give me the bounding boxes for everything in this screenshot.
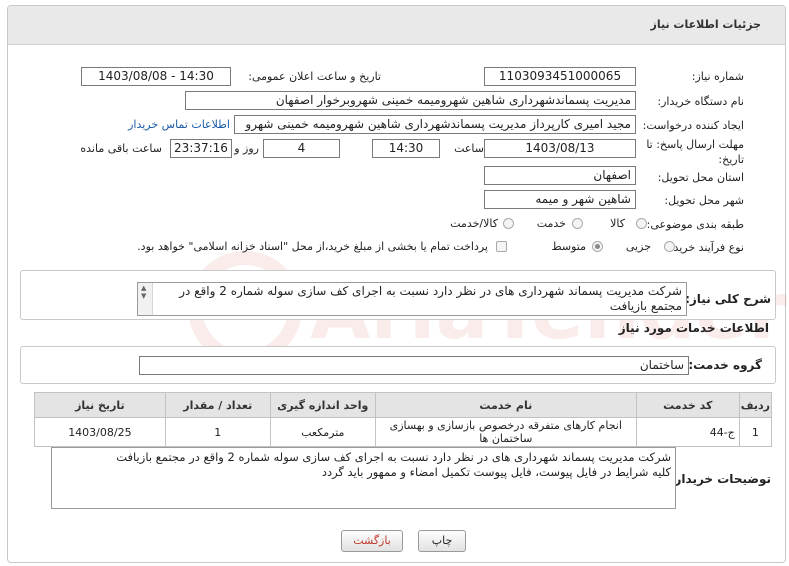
col-date-header: تاریخ نیاز bbox=[34, 392, 166, 418]
description-text: شرکت مدیریت پسماند شهرداری های در نظر دا… bbox=[179, 284, 682, 313]
service-group-field: ساختمان bbox=[139, 356, 689, 375]
province-field: اصفهان bbox=[484, 166, 636, 185]
service-group-label: گروه خدمت: bbox=[688, 358, 762, 372]
services-title: اطلاعات خدمات مورد نیاز bbox=[618, 321, 769, 335]
purchase-minor-radio[interactable] bbox=[664, 241, 675, 252]
need-number-label: شماره نیاز: bbox=[691, 70, 744, 83]
purchase-minor-label: جزیی bbox=[625, 240, 651, 253]
category-service-radio[interactable] bbox=[572, 218, 583, 229]
col-code-header: کد خدمت bbox=[635, 392, 740, 418]
category-goods-label: کالا bbox=[610, 217, 625, 230]
buyer-org-label: نام دستگاه خریدار: bbox=[657, 95, 744, 108]
services-table: ردیف کد خدمت نام خدمت واحد اندازه گیری ت… bbox=[34, 392, 773, 447]
description-label: شرح کلی نیاز: bbox=[685, 292, 771, 306]
description-textarea[interactable]: شرکت مدیریت پسماند شهرداری های در نظر دا… bbox=[137, 282, 687, 316]
col-unit-header: واحد اندازه گیری bbox=[269, 392, 376, 418]
remaining-time-label: ساعت باقی مانده bbox=[80, 142, 162, 155]
panel-title: جزئیات اطلاعات نیاز bbox=[650, 18, 762, 31]
deadline-time-label: ساعت bbox=[454, 142, 484, 155]
buyer-notes-line1: شرکت مدیریت پسماند شهرداری های در نظر دا… bbox=[116, 450, 671, 464]
category-goods-radio[interactable] bbox=[636, 218, 647, 229]
buyer-notes-line2: کلیه شرایط در فایل پیوست، فایل پیوست تکم… bbox=[321, 465, 671, 479]
buyer-contact-link[interactable]: اطلاعات تماس خریدار bbox=[128, 118, 230, 131]
cell-service-code: ج-44 bbox=[635, 417, 740, 447]
purchase-medium-label: متوسط bbox=[551, 240, 586, 253]
remaining-time-field: 23:37:16 bbox=[170, 139, 232, 158]
back-button[interactable]: بازگشت bbox=[341, 530, 403, 552]
col-row-header: ردیف bbox=[738, 392, 773, 418]
announce-datetime-field: 1403/08/08 - 14:30 bbox=[81, 67, 231, 86]
col-name-header: نام خدمت bbox=[374, 392, 637, 418]
city-label: شهر محل تحویل: bbox=[664, 194, 744, 207]
scroll-up-icon[interactable]: ▲ bbox=[141, 284, 146, 292]
category-service-label: خدمت bbox=[536, 217, 566, 230]
need-number-field: 1103093451000065 bbox=[484, 67, 636, 86]
announce-datetime-label: تاریخ و ساعت اعلان عمومی: bbox=[248, 70, 381, 83]
deadline-time-field: 14:30 bbox=[372, 139, 440, 158]
panel-header: جزئیات اطلاعات نیاز bbox=[8, 6, 785, 45]
table-row: 1 ج-44 انجام کارهای متفرقه درخصوص بازساز… bbox=[34, 417, 773, 447]
province-label: استان محل تحویل: bbox=[657, 171, 744, 184]
category-label: طبقه بندی موضوعی: bbox=[646, 218, 744, 231]
col-qty-header: تعداد / مقدار bbox=[164, 392, 271, 418]
cell-service-name: انجام کارهای متفرقه درخصوص بازسازی و بهس… bbox=[374, 417, 637, 447]
treasury-bonds-checkbox[interactable] bbox=[496, 241, 507, 252]
purchase-type-label: نوع فرآیند خرید : bbox=[666, 241, 744, 254]
scroll-down-icon[interactable]: ▼ bbox=[141, 292, 146, 300]
cell-unit: مترمکعب bbox=[269, 417, 376, 447]
treasury-bonds-note: پرداخت تمام یا بخشی از مبلغ خرید،از محل … bbox=[137, 240, 488, 253]
buyer-notes-label: توضیحات خریدار: bbox=[669, 472, 771, 486]
category-goods-service-radio[interactable] bbox=[503, 218, 514, 229]
requester-label: ایجاد کننده درخواست: bbox=[642, 119, 744, 132]
deadline-date-field: 1403/08/13 bbox=[484, 139, 636, 158]
category-goods-service-label: کالا/خدمت bbox=[450, 217, 498, 230]
description-scrollbar[interactable]: ▲ ▼ bbox=[138, 283, 153, 315]
cell-need-date: 1403/08/25 bbox=[34, 417, 166, 447]
cell-quantity: 1 bbox=[164, 417, 271, 447]
print-button[interactable]: چاپ bbox=[418, 530, 466, 552]
buyer-notes-textarea[interactable]: شرکت مدیریت پسماند شهرداری های در نظر دا… bbox=[51, 447, 676, 509]
deadline-label-date: تاریخ: bbox=[718, 153, 744, 166]
city-field: شاهین شهر و میمه bbox=[484, 190, 636, 209]
deadline-label: مهلت ارسال پاسخ: تا bbox=[646, 138, 744, 151]
days-label: روز و bbox=[234, 142, 259, 155]
purchase-medium-radio[interactable] bbox=[592, 241, 603, 252]
remaining-days-field: 4 bbox=[263, 139, 340, 158]
requester-field: مجید امیری کارپرداز مدیریت پسماندشهرداری… bbox=[234, 115, 636, 134]
table-header-row: ردیف کد خدمت نام خدمت واحد اندازه گیری ت… bbox=[34, 392, 773, 418]
cell-row-number: 1 bbox=[738, 417, 773, 447]
buyer-org-field: مدیریت پسماندشهرداری شاهین شهرومیمه خمین… bbox=[185, 91, 636, 110]
